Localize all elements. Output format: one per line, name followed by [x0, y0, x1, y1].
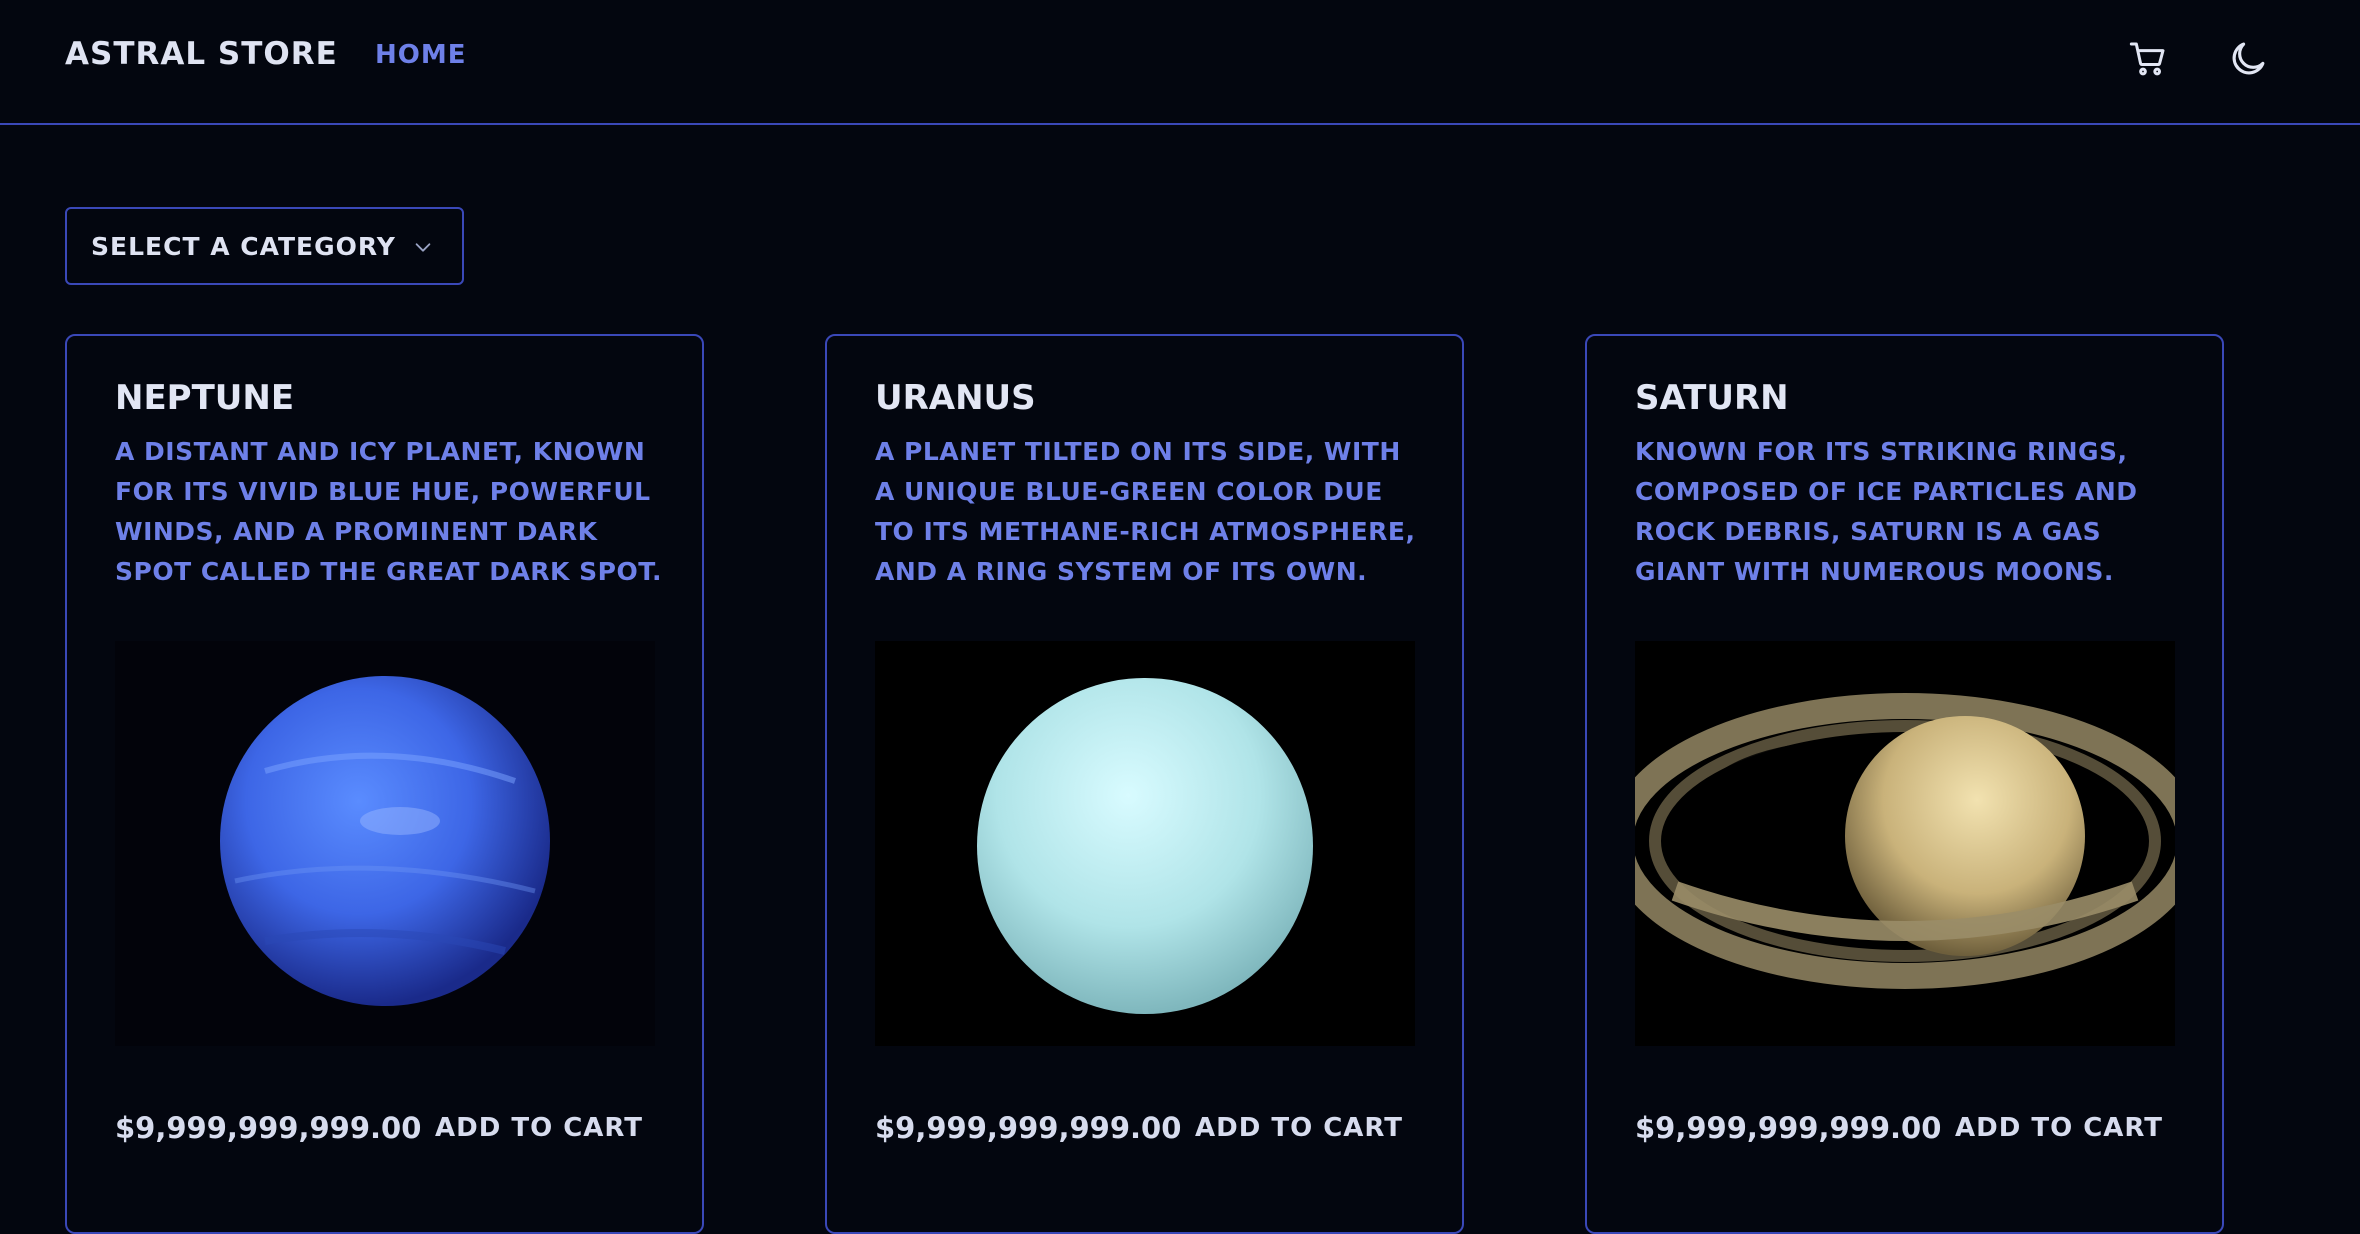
product-image-neptune [115, 641, 655, 1046]
nav-home-link[interactable]: HOME [375, 40, 467, 70]
product-image-uranus [875, 641, 1415, 1046]
product-card-neptune: NEPTUNE A DISTANT AND ICY PLANET, KNOWN … [65, 334, 704, 1234]
moon-icon [2232, 42, 2265, 75]
cart-icon [2129, 42, 2165, 76]
product-price: $9,999,999,999.00 [875, 1111, 1182, 1145]
add-to-cart-button[interactable]: ADD TO CART [1195, 1113, 1403, 1143]
product-description: A DISTANT AND ICY PLANET, KNOWN FOR ITS … [115, 437, 662, 586]
cart-button[interactable] [2124, 35, 2172, 83]
product-description: A PLANET TILTED ON ITS SIDE, WITH A UNIQ… [875, 437, 1416, 586]
product-card-saturn: SATURN KNOWN FOR ITS STRIKING RINGS, COM… [1585, 334, 2224, 1234]
product-description: KNOWN FOR ITS STRIKING RINGS, COMPOSED O… [1635, 437, 2138, 586]
product-title: URANUS [875, 378, 1036, 418]
product-price: $9,999,999,999.00 [1635, 1111, 1942, 1145]
add-to-cart-button[interactable]: ADD TO CART [1955, 1113, 2163, 1143]
brand-logo[interactable]: ASTRAL STORE [65, 36, 338, 72]
chevron-down-icon [415, 243, 431, 252]
add-to-cart-button[interactable]: ADD TO CART [435, 1113, 643, 1143]
product-price: $9,999,999,999.00 [115, 1111, 422, 1145]
theme-toggle-button[interactable] [2224, 35, 2272, 83]
product-title: SATURN [1635, 378, 1789, 418]
product-title: NEPTUNE [115, 378, 295, 418]
product-image-saturn [1635, 641, 2175, 1046]
category-select[interactable]: SELECT A CATEGORY [65, 207, 464, 285]
product-card-uranus: URANUS A PLANET TILTED ON ITS SIDE, WITH… [825, 334, 1464, 1234]
category-select-label: SELECT A CATEGORY [91, 231, 396, 261]
top-navbar: ASTRAL STORE HOME [0, 0, 2360, 125]
